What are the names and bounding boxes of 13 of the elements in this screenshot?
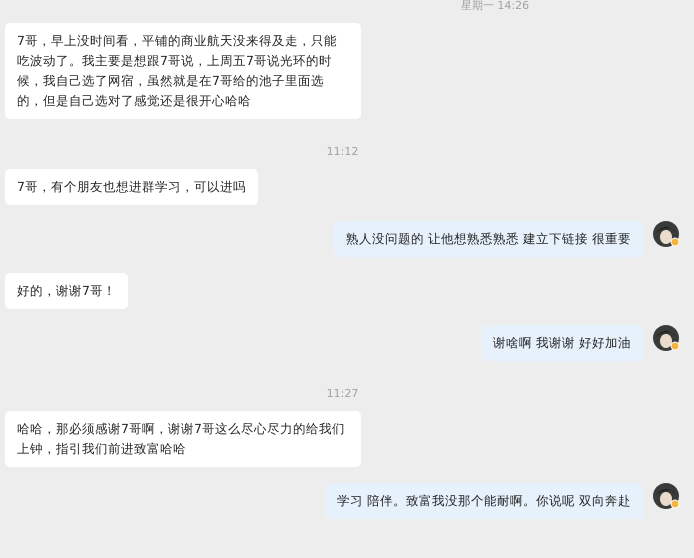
timestamp: 星期一 14:26 bbox=[460, 0, 530, 13]
message-bubble: 7哥，早上没时间看，平铺的商业航天没来得及走，只能吃波动了。我主要是想跟7哥说，上周五7哥说光环的时候，我自己选了网宿，虽然就是在7哥给的池子里面选的，但是自己选对了感觉还是很开心哈哈 bbox=[5, 23, 361, 119]
timestamp: 11:12 bbox=[326, 145, 358, 159]
message-bubble: 学习 陪伴。致富我没那个能耐啊。你说呢 双向奔赴 bbox=[325, 483, 643, 519]
avatar-icon[interactable] bbox=[653, 325, 680, 352]
timestamp: 11:27 bbox=[326, 387, 358, 401]
message-bubble: 谢啥啊 我谢谢 好好加油 bbox=[481, 325, 643, 361]
message-bubble: 好的，谢谢7哥！ bbox=[5, 273, 128, 309]
avatar-icon[interactable] bbox=[653, 221, 680, 248]
message-bubble: 7哥，有个朋友也想进群学习，可以进吗 bbox=[5, 169, 258, 205]
avatar-icon[interactable] bbox=[653, 483, 680, 510]
message-bubble: 哈哈，那必须感谢7哥啊，谢谢7哥这么尽心尽力的给我们上钟，指引我们前进致富哈哈 bbox=[5, 411, 361, 467]
message-bubble: 熟人没问题的 让他想熟悉熟悉 建立下链接 很重要 bbox=[334, 221, 643, 257]
